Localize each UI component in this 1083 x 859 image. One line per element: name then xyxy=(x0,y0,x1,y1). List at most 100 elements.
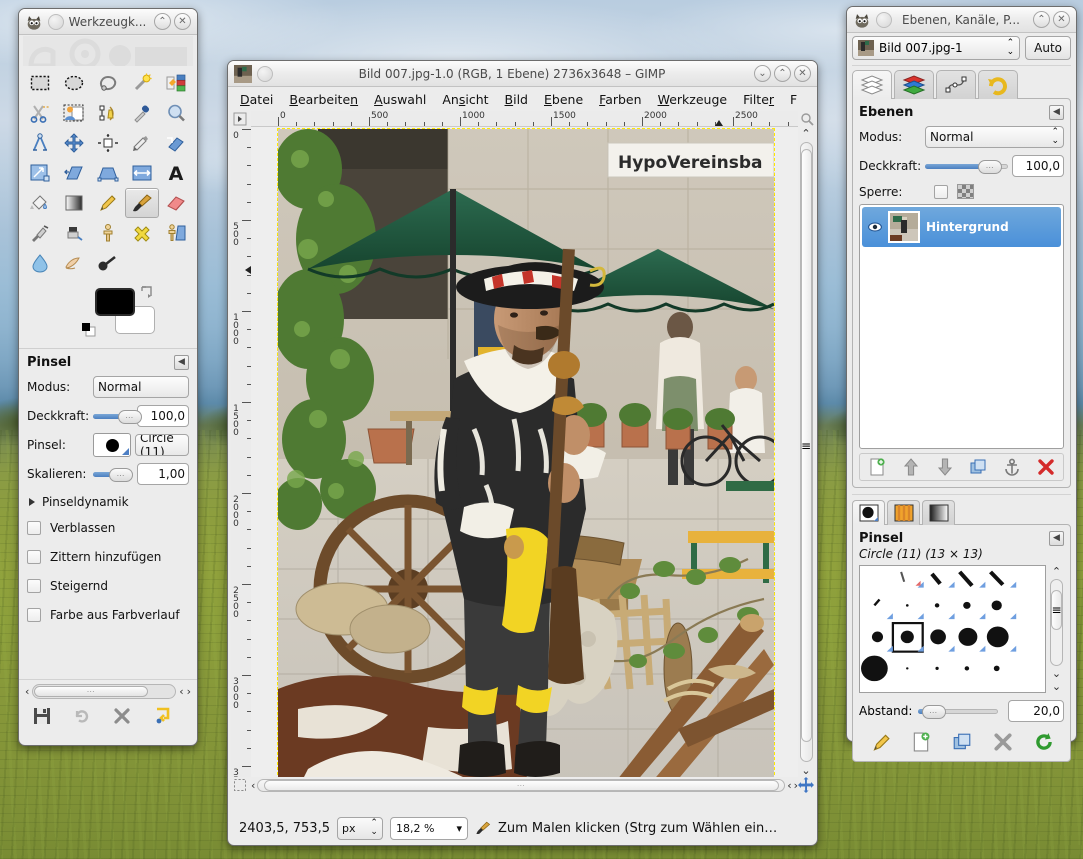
menu-werkzeuge[interactable]: Werkzeuge xyxy=(650,90,736,109)
menu-auswahl[interactable]: Auswahl xyxy=(366,90,434,109)
tool-foreground-select[interactable] xyxy=(57,98,91,128)
scale-slider[interactable]: ⋯ xyxy=(93,463,133,485)
tool-crop[interactable] xyxy=(125,128,159,158)
dock-close-button[interactable]: ✕ xyxy=(1053,11,1070,28)
tool-flip[interactable] xyxy=(125,158,159,188)
scroll-up-icon[interactable]: ⌃ xyxy=(801,127,810,140)
image-maximize-button[interactable]: ⌃ xyxy=(774,65,791,82)
layers-tab[interactable] xyxy=(852,70,892,99)
mode-combo[interactable]: Normal xyxy=(93,376,189,398)
image-selector-combo[interactable]: Bild 007.jpg-1 ⌃ ⌄ xyxy=(852,36,1021,60)
lower-layer-icon[interactable] xyxy=(936,458,954,476)
swap-colors-icon[interactable] xyxy=(139,284,155,300)
zoom-combo[interactable]: 18,2 % ▾ xyxy=(389,816,468,840)
channels-tab[interactable] xyxy=(894,70,934,99)
layer-opacity-value[interactable]: 100,0 xyxy=(1012,155,1064,177)
tool-scale[interactable] xyxy=(23,158,57,188)
delete-tool-options-icon[interactable] xyxy=(113,707,131,725)
zoom-image-icon[interactable] xyxy=(800,112,814,126)
delete-layer-icon[interactable] xyxy=(1037,458,1055,476)
tool-free-select[interactable] xyxy=(91,68,125,98)
tool-perspective[interactable] xyxy=(91,158,125,188)
edit-brush-icon[interactable] xyxy=(870,732,890,752)
menu-ansicht[interactable]: Ansicht xyxy=(434,90,496,109)
tool-dodge-burn[interactable] xyxy=(91,248,125,278)
collapse-left-icon[interactable]: ◀ xyxy=(1049,531,1064,546)
tool-fuzzy-select[interactable] xyxy=(125,68,159,98)
scale-value[interactable]: 1,00 xyxy=(137,463,189,485)
checkbox-incremental[interactable]: Steigernd xyxy=(27,579,189,593)
spacing-value[interactable]: 20,0 xyxy=(1008,700,1064,722)
duplicate-layer-icon[interactable] xyxy=(969,458,987,476)
spacing-slider[interactable]: ⋯ xyxy=(918,700,998,722)
layer-row-hintergrund[interactable]: Hintergrund xyxy=(862,207,1061,247)
patterns-tab[interactable] xyxy=(887,500,920,525)
tool-perspective-clone[interactable] xyxy=(159,218,193,248)
tool-smudge[interactable] xyxy=(57,248,91,278)
gradients-tab[interactable] xyxy=(922,500,955,525)
brush-grid[interactable] xyxy=(859,565,1046,693)
image-window-titlebar[interactable]: Bild 007.jpg-1.0 (RGB, 1 Ebene) 2736x364… xyxy=(228,61,817,87)
toolbox-close-button[interactable]: ✕ xyxy=(174,13,191,30)
refresh-brushes-icon[interactable] xyxy=(1034,732,1054,752)
opacity-slider[interactable]: ⋯ xyxy=(93,405,142,427)
tool-rotate[interactable] xyxy=(159,128,193,158)
checkbox-fade[interactable]: Verblassen xyxy=(27,521,189,535)
raise-layer-icon[interactable] xyxy=(902,458,920,476)
menu-ebene[interactable]: Ebene xyxy=(536,90,591,109)
eye-icon[interactable] xyxy=(868,221,882,233)
save-tool-options-icon[interactable] xyxy=(33,707,51,725)
layer-mode-combo[interactable]: Normal ⌃ ⌄ xyxy=(925,126,1064,148)
tool-move[interactable] xyxy=(57,128,91,158)
auto-button[interactable]: Auto xyxy=(1025,36,1071,60)
collapse-left-icon[interactable]: ◀ xyxy=(1049,105,1064,120)
tool-ink[interactable] xyxy=(57,218,91,248)
brushes-tab[interactable] xyxy=(852,500,885,525)
checkbox-icon[interactable] xyxy=(27,608,41,622)
tool-shear[interactable] xyxy=(57,158,91,188)
anchor-layer-icon[interactable] xyxy=(1003,458,1021,476)
restore-tool-options-icon[interactable] xyxy=(73,707,91,725)
navigation-cross-icon[interactable] xyxy=(798,777,814,793)
scroll-down-icon[interactable]: ⌄ xyxy=(801,764,810,777)
image-canvas-photo[interactable]: HypoVereinsba xyxy=(272,128,786,777)
dock-titlebar-menu-dot[interactable] xyxy=(876,11,892,28)
new-layer-icon[interactable] xyxy=(868,458,886,476)
lock-alpha-checkbox[interactable] xyxy=(934,184,948,199)
canvas-horizontal-scrollbar[interactable]: ‹ ⋯ ‹ › xyxy=(251,777,798,793)
duplicate-brush-icon[interactable] xyxy=(952,732,972,752)
image-titlebar-menu-dot[interactable] xyxy=(257,65,273,82)
quick-mask-icon[interactable] xyxy=(233,778,247,792)
tool-blur-sharpen[interactable] xyxy=(23,248,57,278)
image-shade-button[interactable]: ⌄ xyxy=(754,65,771,82)
checkbox-icon[interactable] xyxy=(27,521,41,535)
tool-color-picker[interactable] xyxy=(125,98,159,128)
menu-toggle-icon[interactable] xyxy=(233,112,247,126)
menu-bearbeiten[interactable]: Bearbeiten xyxy=(281,90,366,109)
scroll-left-icon[interactable]: ‹ xyxy=(25,685,29,698)
dock-titlebar[interactable]: Ebenen, Kanäle, P... ⌃ ✕ xyxy=(847,7,1076,33)
opacity-value[interactable]: 100,0 xyxy=(137,405,189,427)
checkbox-color-from-gradient[interactable]: Farbe aus Farbverlauf xyxy=(27,608,189,622)
scroll-next1-icon[interactable]: ‹ xyxy=(787,779,791,792)
tool-eraser[interactable] xyxy=(159,188,193,218)
titlebar-menu-dot[interactable] xyxy=(48,13,64,30)
brush-dynamics-expander[interactable]: Pinseldynamik xyxy=(29,495,189,509)
tool-measure[interactable] xyxy=(23,128,57,158)
tool-text[interactable]: A xyxy=(159,158,193,188)
checkbox-icon[interactable] xyxy=(27,579,41,593)
undo-history-tab[interactable] xyxy=(978,70,1018,99)
layer-opacity-slider[interactable]: ⋯ xyxy=(925,155,1008,177)
vertical-ruler[interactable]: 0 500 1000 1500 2000 2500 3000 3500 xyxy=(231,127,251,777)
lock-pixels-checker-icon[interactable] xyxy=(957,184,974,199)
checkbox-jitter[interactable]: Zittern hinzufügen xyxy=(27,550,189,564)
scroll-right-icon[interactable]: › xyxy=(187,685,191,698)
unit-combo[interactable]: px ⌃ ⌄ xyxy=(336,816,383,840)
brush-combo[interactable]: Circle (11) xyxy=(135,434,189,456)
tool-options-hscrollbar[interactable]: ‹ ⋯ ‹ › xyxy=(19,680,197,699)
tool-airbrush[interactable] xyxy=(23,218,57,248)
canvas-vertical-scrollbar[interactable]: ⌃ ≡ ⌄ xyxy=(798,127,814,777)
tool-select-by-color[interactable] xyxy=(159,68,193,98)
canvas-viewport[interactable]: HypoVereinsba xyxy=(251,127,798,777)
brush-grid-scrollbar[interactable]: ⌃ ≡ ⌄ ⌄ xyxy=(1049,565,1064,693)
